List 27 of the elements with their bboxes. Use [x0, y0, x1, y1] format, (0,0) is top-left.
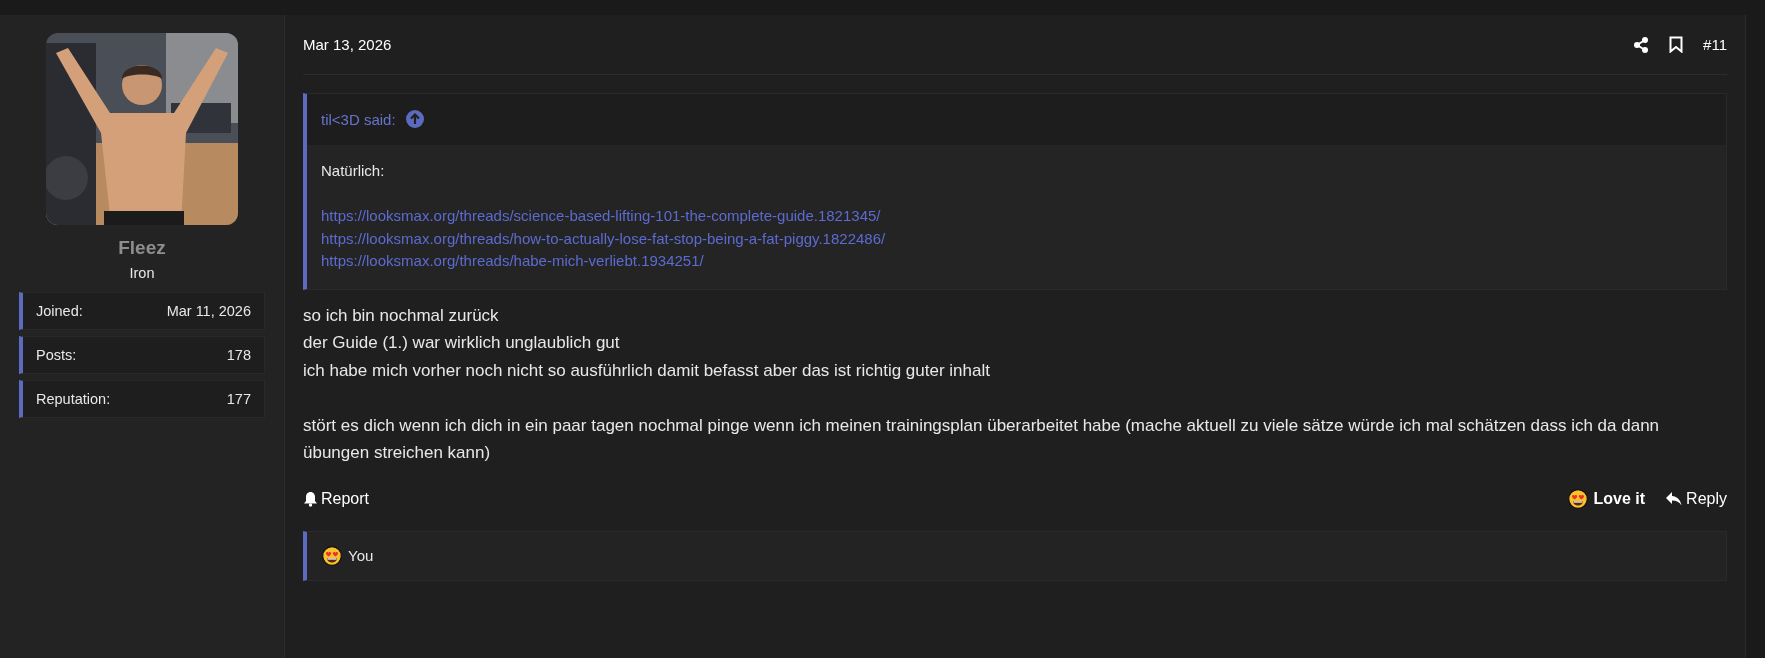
post-text: so ich bin nochmal zurück — [303, 304, 500, 327]
post-number[interactable]: #11 — [1703, 36, 1727, 53]
bell-icon — [303, 490, 318, 507]
bookmark-icon[interactable] — [1669, 36, 1684, 53]
post-date[interactable]: Mar 13, 2026 — [303, 36, 392, 53]
post-text: ich habe mich vorher noch nicht so ausführlich damit befasst aber das ist richtig guter inhalt — [303, 359, 991, 382]
report-link[interactable]: Report — [303, 489, 370, 508]
reaction-users[interactable]: You — [348, 547, 374, 564]
stat-value: Mar 11, 2026 — [166, 303, 251, 319]
reply-icon — [1665, 490, 1684, 507]
stat-label: Reputation: — [36, 391, 111, 407]
reply-link[interactable]: Reply — [1665, 489, 1727, 508]
heart-eyes-emoji-icon — [1567, 488, 1588, 509]
share-icon[interactable] — [1633, 36, 1650, 53]
quote-author[interactable]: til<3D said: — [321, 110, 396, 128]
post-text: stört es dich wenn ich dich in ein paar tagen nochmal pinge wenn ich meinen trainingsplan überarbeitet habe (mache aktuell zu viele sätze würde ich mal schätzen dass ich da dann übungen streichen kann) — [303, 414, 1661, 464]
arrow-up-icon[interactable] — [405, 110, 424, 128]
love-link[interactable]: Love it — [1567, 488, 1646, 509]
quote-text: Natürlich: — [321, 162, 386, 179]
stat-value: 177 — [226, 391, 251, 407]
post-text: der Guide (1.) war wirklich unglaublich gut — [303, 332, 621, 354]
user-rank: Iron — [128, 265, 156, 281]
stat-label: Posts: — [36, 347, 77, 363]
stat-value: 178 — [226, 347, 251, 363]
username[interactable]: Fleez — [19, 237, 265, 259]
heart-eyes-emoji-icon — [322, 545, 342, 566]
stat-label: Joined: — [36, 303, 83, 319]
